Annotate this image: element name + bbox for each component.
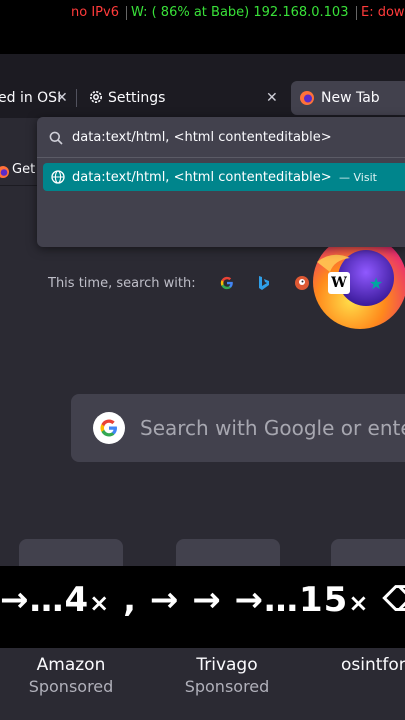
key-multiplier: × xyxy=(348,589,370,617)
top-site-tile[interactable] xyxy=(19,539,123,566)
key-count: 15 xyxy=(299,580,349,620)
top-site-tile[interactable] xyxy=(331,539,405,566)
tab-label: ed in OSI xyxy=(0,90,62,106)
tab-strip: ed in OSI ✕ Settings ✕ New Tab xyxy=(0,54,405,118)
search-engines-row: This time, search with: W ★ xyxy=(37,269,405,297)
sponsored-label: Sponsored xyxy=(184,677,270,696)
divider xyxy=(37,157,405,158)
sponsored-label: Sponsored xyxy=(28,677,114,696)
keys-part3: ⌫ xyxy=(369,580,405,620)
tab-settings[interactable]: Settings ✕ xyxy=(78,81,288,115)
ethernet-status: E: dow xyxy=(361,5,405,20)
top-site-trivago[interactable]: Trivago Sponsored xyxy=(162,654,292,698)
keystroke-overlay: →…4× , → → →…15× ⌫ xyxy=(0,566,405,648)
google-icon xyxy=(93,412,125,444)
close-icon[interactable]: ✕ xyxy=(56,90,68,106)
close-icon[interactable]: ✕ xyxy=(266,90,278,106)
search-box[interactable]: Search with Google or ente xyxy=(71,394,405,462)
tab-osint[interactable]: ed in OSI ✕ xyxy=(0,81,75,115)
status-separator xyxy=(356,6,357,20)
wireless-status: W: ( 86% at Babe) 192.168.0.103 xyxy=(131,5,349,20)
bookmark-item[interactable]: Get xyxy=(12,162,35,177)
url-typed-text: data:text/html, <html contenteditable> xyxy=(72,129,332,145)
ipv6-status: no IPv6 xyxy=(71,5,119,20)
top-site-osintfor[interactable]: osintfor xyxy=(320,654,405,676)
result-text: data:text/html, <html contenteditable> xyxy=(72,169,332,185)
tab-label: New Tab xyxy=(321,90,380,106)
key-multiplier: × xyxy=(89,589,111,617)
firefox-window: ed in OSI ✕ Settings ✕ New Tab Get Searc… xyxy=(0,54,405,566)
url-result-row[interactable]: data:text/html, <html contenteditable> —… xyxy=(43,163,405,191)
top-site-amazon[interactable]: Amazon Sponsored xyxy=(6,654,136,698)
site-name: Amazon xyxy=(36,655,106,675)
status-separator xyxy=(126,6,127,20)
keystroke-text: →…4× , → → →…15× ⌫ xyxy=(0,580,405,620)
duckduckgo-icon[interactable] xyxy=(291,272,313,294)
wikipedia-icon[interactable]: W xyxy=(328,272,350,294)
site-name: osintfor xyxy=(341,655,405,675)
tab-label: Settings xyxy=(108,90,166,106)
bookmark-star-icon[interactable]: ★ xyxy=(365,272,387,294)
key-count: 4 xyxy=(64,580,90,620)
google-icon[interactable] xyxy=(216,272,238,294)
top-sites-labels: Amazon Sponsored Trivago Sponsored osint… xyxy=(0,648,405,720)
keys-part2: , → → →… xyxy=(110,580,300,620)
url-input[interactable]: data:text/html, <html contenteditable> xyxy=(37,121,405,153)
firefox-icon xyxy=(0,164,10,178)
gear-icon xyxy=(88,89,104,105)
search-placeholder: Search with Google or ente xyxy=(140,416,405,440)
globe-icon xyxy=(51,170,65,184)
firefox-icon xyxy=(299,90,315,106)
search-with-label: This time, search with: xyxy=(48,275,196,291)
bing-icon[interactable] xyxy=(253,272,275,294)
keys-part1: →… xyxy=(0,580,65,620)
status-bar: no IPv6 W: ( 86% at Babe) 192.168.0.103 … xyxy=(0,0,405,26)
tab-divider xyxy=(76,89,77,107)
window-gap xyxy=(0,26,405,54)
site-name: Trivago xyxy=(196,655,258,675)
search-icon xyxy=(49,130,63,145)
tab-new-tab[interactable]: New Tab xyxy=(291,81,405,115)
top-site-tile[interactable] xyxy=(176,539,280,566)
result-action: — Visit xyxy=(339,170,377,184)
